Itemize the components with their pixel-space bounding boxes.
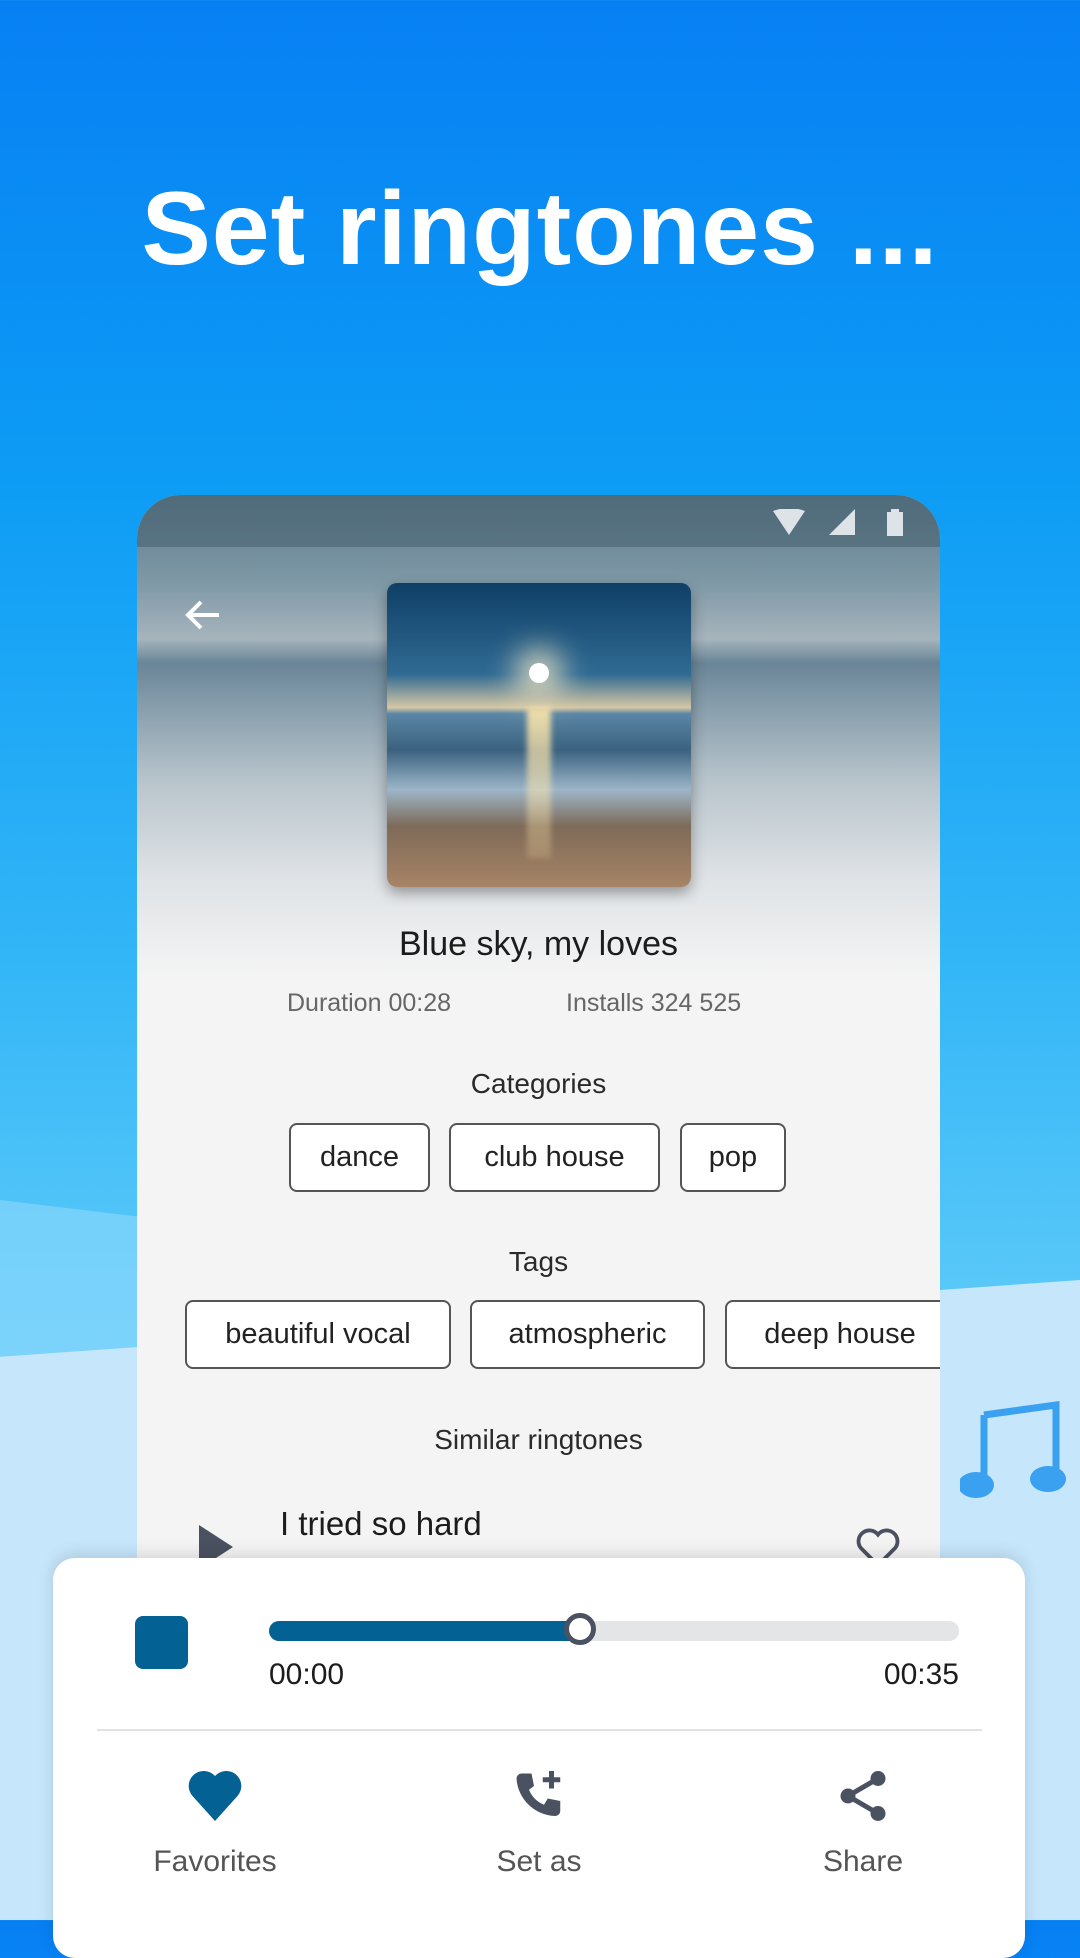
tag-chip[interactable]: deep house	[725, 1300, 940, 1369]
headline: Set ringtones ...	[141, 171, 939, 287]
progress-slider[interactable]	[269, 1613, 959, 1645]
phone-screen: Blue sky, my loves Duration 00:28 Instal…	[137, 495, 940, 1595]
battery-icon	[887, 509, 903, 536]
similar-label: Similar ringtones	[434, 1424, 643, 1455]
music-note-icon	[960, 1400, 1066, 1498]
category-chip[interactable]: club house	[449, 1123, 660, 1192]
tag-chip[interactable]: beautiful vocal	[185, 1300, 451, 1369]
favorites-button[interactable]: Favorites	[115, 1766, 315, 1879]
progress-fill	[269, 1621, 580, 1641]
slider-thumb[interactable]	[563, 1613, 596, 1645]
end-time: 00:35	[883, 1658, 959, 1691]
installs: Installs 324 525	[566, 989, 742, 1017]
start-time: 00:00	[269, 1658, 345, 1691]
album-art	[387, 583, 691, 887]
set-as-label: Set as	[496, 1845, 582, 1878]
share-button[interactable]: Share	[763, 1766, 963, 1879]
signal-icon	[829, 509, 855, 535]
duration: Duration 00:28	[287, 989, 452, 1017]
status-bar	[137, 495, 940, 547]
phone-add-icon	[516, 1771, 561, 1816]
share-label: Share	[822, 1845, 904, 1878]
back-arrow-icon[interactable]	[179, 590, 229, 640]
tag-chip[interactable]: atmospheric	[470, 1300, 705, 1369]
stop-button[interactable]	[135, 1616, 188, 1669]
category-chip[interactable]: pop	[680, 1123, 786, 1192]
player-sheet: 00:00 00:35 Favorites Set as Share	[53, 1558, 1025, 1958]
favorites-label: Favorites	[153, 1845, 277, 1878]
categories-label: Categories	[470, 1068, 607, 1099]
wifi-icon	[773, 509, 805, 535]
ringtone-title: Blue sky, my loves	[398, 925, 678, 963]
category-chip[interactable]: dance	[289, 1123, 430, 1192]
share-icon	[840, 1771, 886, 1821]
heart-icon	[188, 1770, 242, 1821]
set-as-button[interactable]: Set as	[439, 1766, 639, 1879]
divider	[97, 1729, 982, 1731]
tags-label: Tags	[508, 1246, 569, 1277]
similar-title: I tried so hard	[280, 1505, 482, 1542]
